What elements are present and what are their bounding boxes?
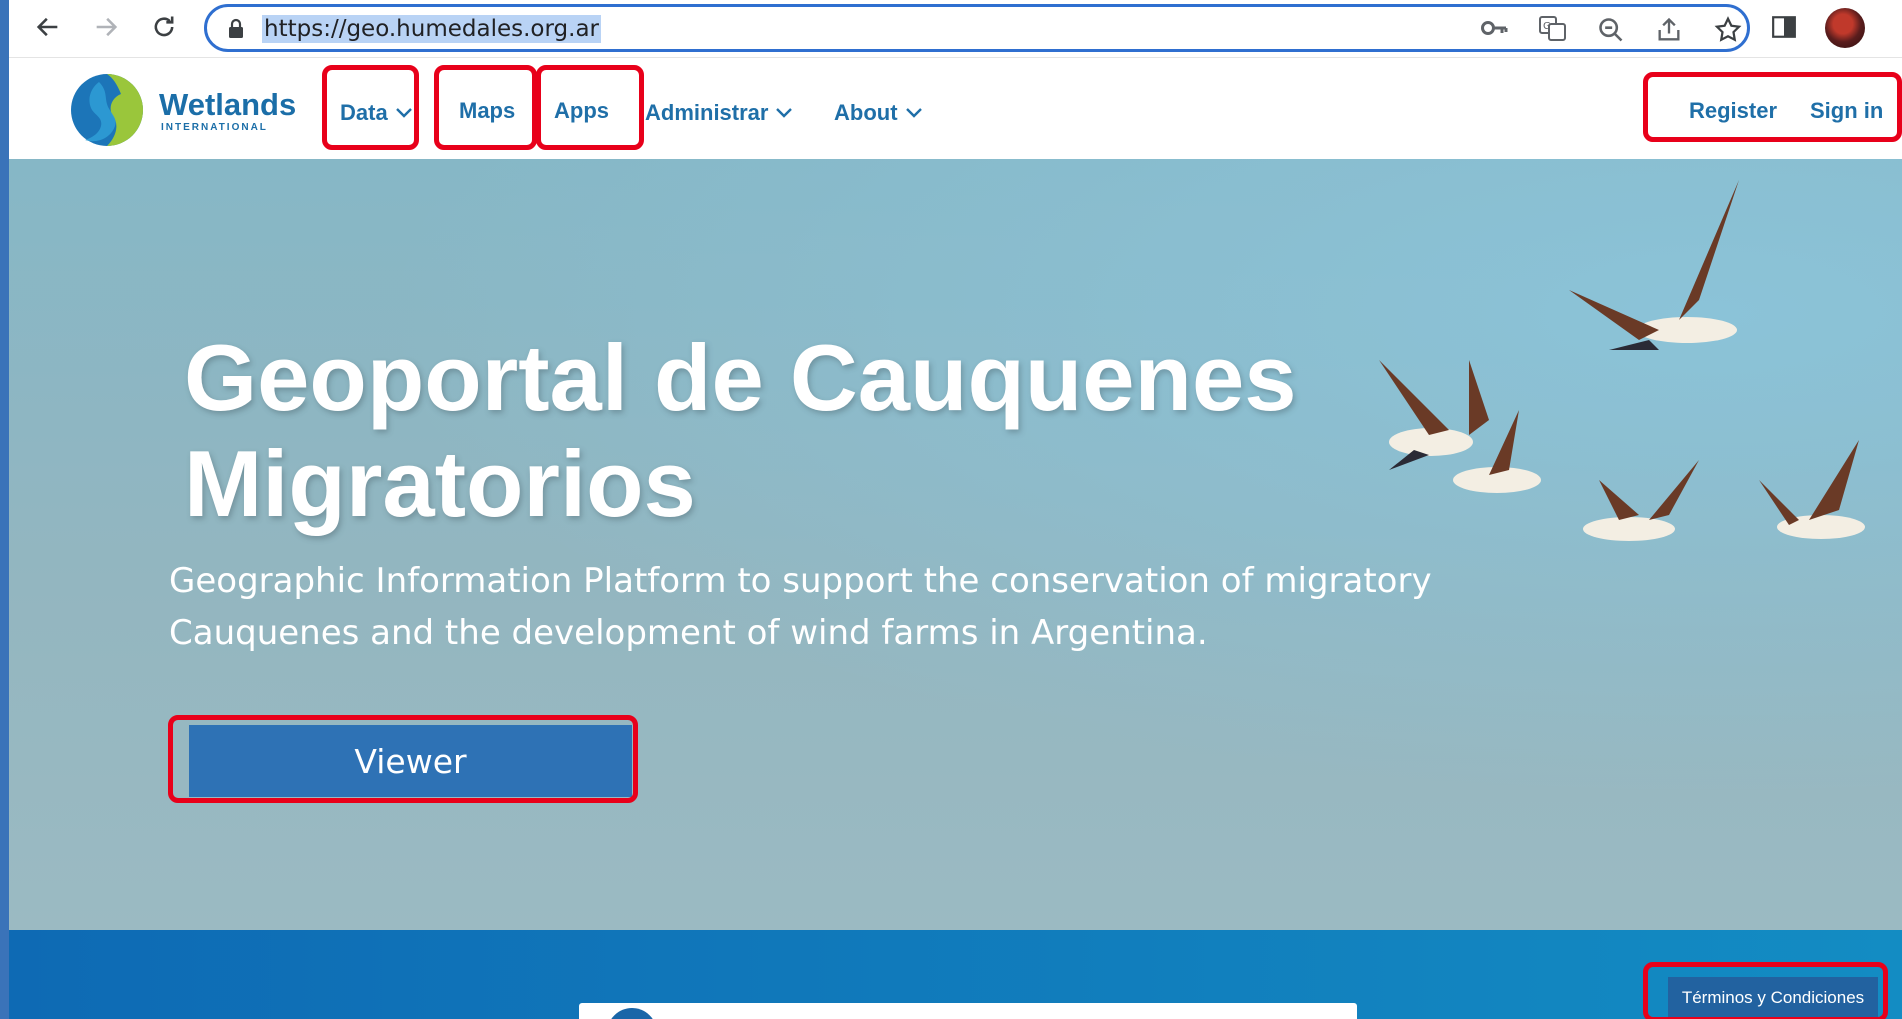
browser-window: https://geo.humedales.org.ar G Wetlands … <box>9 0 1902 1019</box>
chevron-down-icon <box>776 96 793 126</box>
star-icon[interactable] <box>1713 15 1743 50</box>
forward-arrow-icon[interactable] <box>89 10 123 44</box>
hero-title: Geoportal de Cauquenes Migratorios <box>184 325 1297 536</box>
reload-icon[interactable] <box>147 10 181 44</box>
wetlands-logo-icon[interactable] <box>69 72 145 153</box>
side-panel-icon[interactable] <box>1767 10 1801 44</box>
hero-subtitle: Geographic Information Platform to suppo… <box>169 561 1432 653</box>
nav-about-menu[interactable]: About <box>834 96 922 126</box>
zoom-out-icon[interactable] <box>1597 16 1625 49</box>
nav-administrar-menu[interactable]: Administrar <box>645 96 793 126</box>
back-arrow-icon[interactable] <box>31 10 65 44</box>
key-icon[interactable] <box>1481 17 1509 44</box>
highlight-box-terms <box>1643 962 1888 1019</box>
logo-tagline: INTERNATIONAL <box>161 122 268 133</box>
url-text[interactable]: https://geo.humedales.org.ar <box>262 15 601 43</box>
nav-administrar-label: Administrar <box>645 100 769 125</box>
highlight-box-account <box>1643 72 1902 142</box>
flying-geese-image <box>1379 180 1865 541</box>
address-bar[interactable]: https://geo.humedales.org.ar G <box>204 4 1750 52</box>
highlight-box-viewer <box>168 715 638 803</box>
nav-about-label: About <box>834 100 898 125</box>
translate-icon[interactable]: G <box>1539 16 1567 47</box>
highlight-box-data <box>322 65 419 150</box>
lock-icon[interactable] <box>227 18 245 45</box>
highlight-box-maps <box>434 65 537 150</box>
logo-wordmark[interactable]: Wetlands <box>159 87 296 123</box>
profile-avatar[interactable] <box>1825 8 1865 48</box>
browser-toolbar: https://geo.humedales.org.ar G <box>9 0 1902 58</box>
content-card <box>579 1003 1357 1019</box>
highlight-box-apps <box>536 65 644 150</box>
share-icon[interactable] <box>1655 16 1683 49</box>
svg-text:G: G <box>1543 21 1551 32</box>
chevron-down-icon <box>905 96 922 126</box>
